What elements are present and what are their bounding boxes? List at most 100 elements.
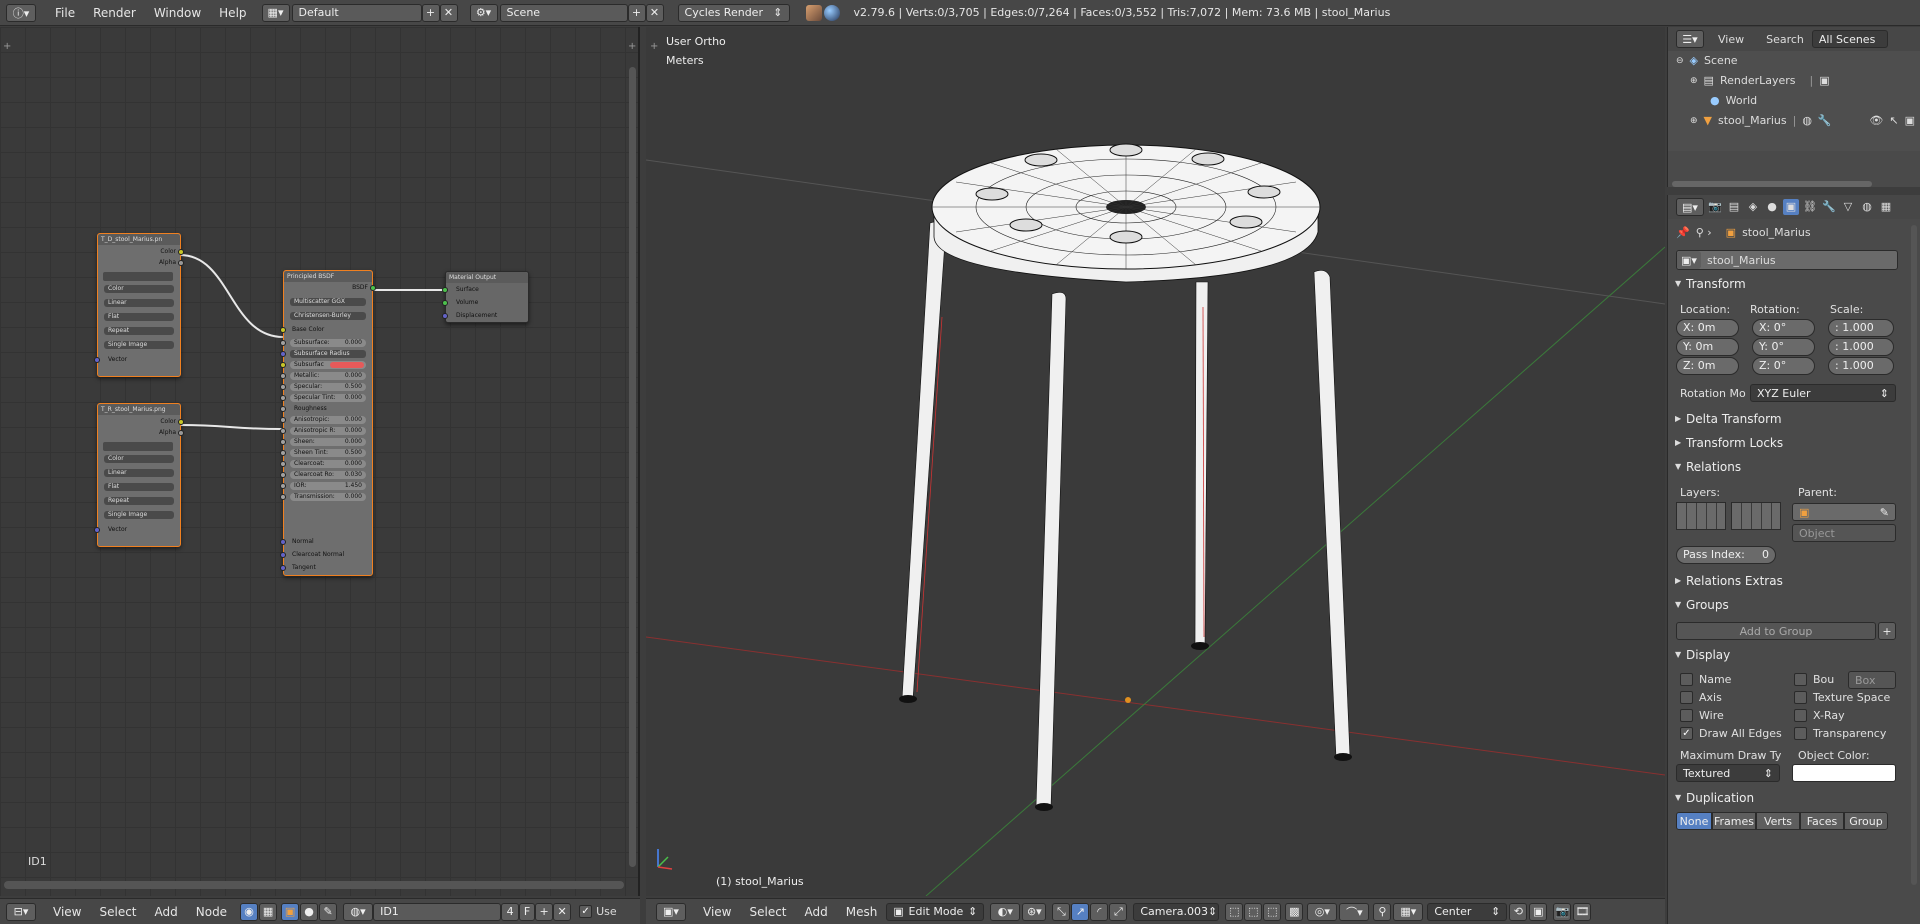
- snap-target-dropdown[interactable]: Center ⇕: [1427, 902, 1508, 921]
- expand-icon[interactable]: ⊕: [1690, 116, 1698, 126]
- dup-verts-tab[interactable]: Verts: [1756, 812, 1800, 830]
- occlude-geometry-icon[interactable]: ▩: [1285, 902, 1304, 921]
- socket-alpha-out[interactable]: [178, 260, 184, 266]
- rotation-x-field[interactable]: X: 0°: [1752, 319, 1815, 337]
- eyedropper-icon[interactable]: ✎: [1880, 506, 1889, 519]
- bounds-type-dropdown[interactable]: Box: [1848, 671, 1896, 689]
- bsdf-input-socket[interactable]: [280, 428, 286, 434]
- world-icon[interactable]: [823, 4, 840, 21]
- bsdf-input-socket[interactable]: [280, 439, 286, 445]
- color-space-dropdown[interactable]: Color: [104, 285, 174, 293]
- render-tab-icon[interactable]: 📷: [1707, 199, 1723, 215]
- wire-checkbox[interactable]: [1680, 709, 1693, 722]
- bsdf-input-row[interactable]: IOR: 1.450: [290, 482, 366, 490]
- bsdf-input-row[interactable]: Clearcoat Ro: 0.030: [290, 471, 366, 479]
- location-x-field[interactable]: X: 0m: [1676, 319, 1739, 337]
- pivot-icon[interactable]: ⊛▾: [1022, 902, 1047, 921]
- material-icon[interactable]: [805, 4, 822, 21]
- material-browse-icon[interactable]: ◍▾: [343, 902, 374, 921]
- cursor-icon[interactable]: ↖: [1889, 114, 1898, 127]
- panel-delta-transform[interactable]: Delta Transform: [1672, 409, 1910, 429]
- outliner-editor-icon[interactable]: ☰▾: [1676, 30, 1704, 48]
- data-tab-icon[interactable]: ▽: [1840, 199, 1856, 215]
- scale-x-field[interactable]: : 1.000: [1828, 319, 1894, 337]
- bsdf-input-row[interactable]: Metallic: 0.000: [290, 372, 366, 380]
- bsdf-input-socket[interactable]: [280, 539, 286, 545]
- scene-field[interactable]: Scene: [499, 3, 628, 22]
- layers-grid-right[interactable]: [1731, 502, 1781, 530]
- socket-color-out[interactable]: [178, 249, 184, 255]
- panel-relations[interactable]: Relations: [1672, 457, 1910, 477]
- collapse-icon[interactable]: ⊖: [1676, 56, 1684, 66]
- scale-z-field[interactable]: : 1.000: [1828, 357, 1894, 375]
- material-icon[interactable]: ◍: [1802, 114, 1812, 127]
- menu-node[interactable]: Node: [187, 905, 236, 919]
- panel-relations-extras[interactable]: Relations Extras: [1672, 571, 1910, 591]
- add-group-plus-button[interactable]: +: [1878, 622, 1896, 640]
- vertical-scrollbar[interactable]: [629, 67, 636, 867]
- menu-mesh[interactable]: Mesh: [837, 905, 887, 919]
- material-output-node[interactable]: Material Output Surface Volume Displacem…: [442, 271, 529, 323]
- outliner-row-renderlayers[interactable]: ⊕ ▤ RenderLayers | ▣: [1690, 74, 1830, 87]
- shader-nodes-icon[interactable]: ◉: [240, 902, 259, 921]
- outliner-filter-dropdown[interactable]: All Scenes: [1811, 30, 1888, 48]
- bsdf-input-row[interactable]: Specular: 0.500: [290, 383, 366, 391]
- remove-layout-button[interactable]: ✕: [439, 3, 458, 22]
- node-editor-type-icon[interactable]: ⊟▾: [6, 902, 36, 921]
- bsdf-input-socket[interactable]: [280, 461, 286, 467]
- parent-field[interactable]: ▣ ✎: [1792, 503, 1896, 521]
- node-editor[interactable]: + + T_D_stool_Marius.pn Color Alpha Colo…: [0, 27, 640, 896]
- subsurface-color-swatch[interactable]: [330, 362, 364, 368]
- snap-element-icon[interactable]: ▦▾: [1393, 902, 1424, 921]
- bsdf-input-socket[interactable]: [280, 494, 286, 500]
- max-draw-type-dropdown[interactable]: Textured ⇕: [1676, 764, 1780, 782]
- image-texture-node-roughness[interactable]: T_R_stool_Marius.png Color Alpha Color L…: [94, 403, 184, 547]
- world-shader-icon[interactable]: ●: [300, 902, 319, 921]
- xray-checkbox[interactable]: [1794, 709, 1807, 722]
- panel-transform-locks[interactable]: Transform Locks: [1672, 433, 1910, 453]
- socket-displacement-in[interactable]: [442, 313, 448, 319]
- image-texture-node-diffuse[interactable]: T_D_stool_Marius.pn Color Alpha Color Li…: [94, 233, 184, 377]
- menu-select[interactable]: Select: [90, 905, 145, 919]
- bsdf-input-row[interactable]: Anisotropic: 0.000: [290, 416, 366, 424]
- modifiers-tab-icon[interactable]: 🔧: [1821, 199, 1837, 215]
- add-layout-button[interactable]: +: [421, 3, 440, 22]
- interpolation-dropdown[interactable]: Linear: [104, 469, 174, 477]
- bsdf-input-row[interactable]: Anisotropic R: 0.000: [290, 427, 366, 435]
- socket-vector-in[interactable]: [94, 357, 100, 363]
- bsdf-input-row[interactable]: Subsurfac: [290, 361, 366, 369]
- menu-render[interactable]: Render: [84, 6, 145, 20]
- parent-type-dropdown[interactable]: Object: [1792, 524, 1896, 542]
- opengl-anim-icon[interactable]: 🎞: [1573, 902, 1592, 921]
- menu-add[interactable]: Add: [796, 905, 837, 919]
- location-y-field[interactable]: Y: 0m: [1676, 338, 1739, 356]
- outliner-search-menu[interactable]: Search: [1766, 33, 1804, 46]
- bsdf-input-socket[interactable]: [280, 327, 286, 333]
- bsdf-input-row[interactable]: Subsurface Radius: [290, 350, 366, 358]
- eye-icon[interactable]: 👁: [1869, 114, 1883, 127]
- panel-display[interactable]: Display: [1672, 645, 1910, 665]
- scale-y-field[interactable]: : 1.000: [1828, 338, 1894, 356]
- use-nodes-checkbox[interactable]: ✓: [579, 905, 593, 918]
- menu-add[interactable]: Add: [146, 905, 187, 919]
- wrench-icon[interactable]: 🔧: [1818, 114, 1832, 127]
- pin-icon[interactable]: 📌: [1676, 226, 1690, 239]
- object-shader-icon[interactable]: ▣: [281, 902, 300, 921]
- location-z-field[interactable]: Z: 0m: [1676, 357, 1739, 375]
- projection-dropdown[interactable]: Flat: [104, 313, 174, 321]
- socket-volume-in[interactable]: [442, 300, 448, 306]
- add-scene-button[interactable]: +: [627, 3, 646, 22]
- texture-tab-icon[interactable]: ▦: [1878, 199, 1894, 215]
- bsdf-input-socket[interactable]: [280, 384, 286, 390]
- properties-editor[interactable]: ▤▾ 📷 ▤ ◈ ● ▣ ⛓ 🔧 ▽ ◍ ▦ 📌 ⚲ › ▣ stool_Mar…: [1667, 195, 1920, 924]
- pass-index-field[interactable]: Pass Index: 0: [1676, 546, 1776, 564]
- outliner-view-menu[interactable]: View: [1718, 33, 1744, 46]
- object-tab-icon[interactable]: ▣: [1783, 199, 1799, 215]
- image-selector[interactable]: [103, 442, 173, 451]
- bsdf-input-socket[interactable]: [280, 565, 286, 571]
- add-material-button[interactable]: +: [535, 902, 554, 921]
- dup-group-tab[interactable]: Group: [1844, 812, 1888, 830]
- shading-icon[interactable]: ◐▾: [990, 902, 1021, 921]
- opengl-render-icon[interactable]: 📷: [1553, 902, 1572, 921]
- expand-icon[interactable]: ⊕: [1690, 76, 1698, 86]
